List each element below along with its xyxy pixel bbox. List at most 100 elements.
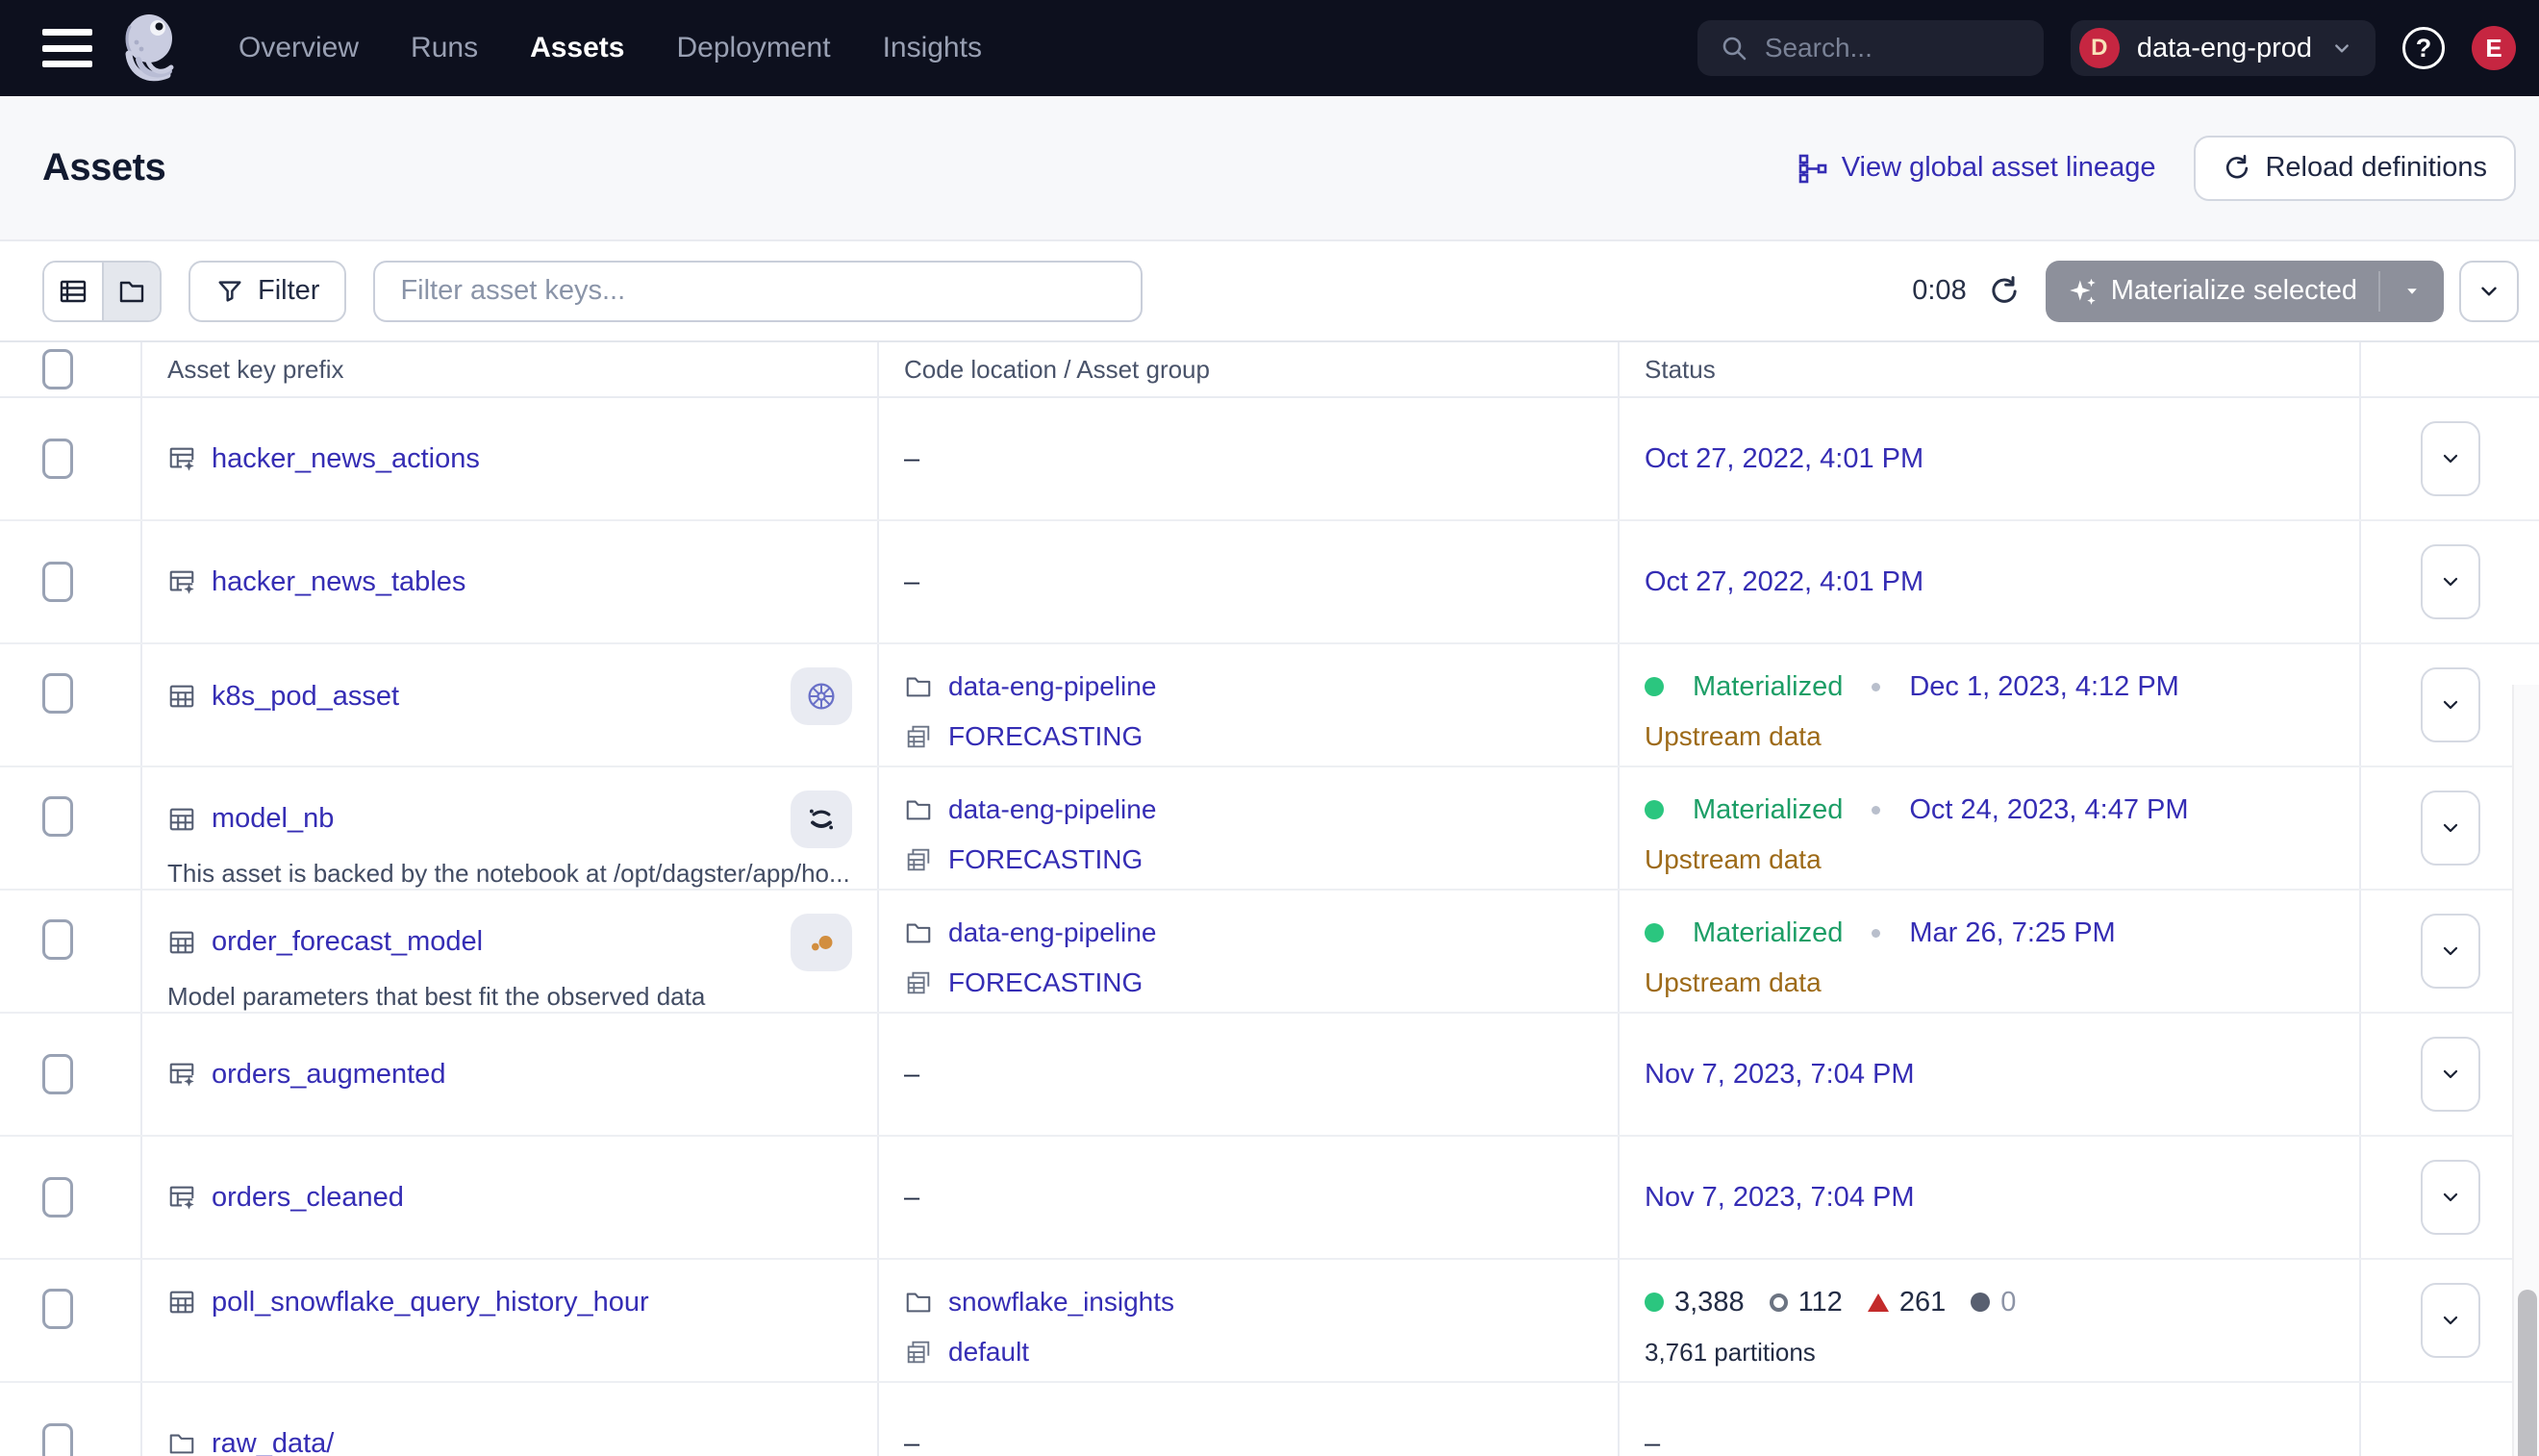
flat-view-toggle[interactable] [44, 263, 102, 320]
code-location-link[interactable]: snowflake_insights [948, 1287, 1174, 1318]
kubernetes-badge [791, 667, 852, 725]
assets-page: Overview Runs Assets Deployment Insights / D… [0, 0, 2539, 1456]
upstream-data-label: Upstream data [1645, 967, 1822, 998]
in-progress-dot-icon [1971, 1293, 1990, 1312]
nav-item-deployment[interactable]: Deployment [676, 32, 830, 64]
table-sparkle-icon [167, 1060, 196, 1089]
asset-group-link[interactable]: FORECASTING [948, 967, 1143, 998]
org-name: data-eng-prod [2137, 33, 2312, 64]
refresh-icon [2223, 154, 2251, 183]
last-materialization-link[interactable]: Mar 26, 7:25 PM [1909, 917, 2115, 949]
row-checkbox[interactable] [42, 796, 73, 837]
code-location-link[interactable]: data-eng-pipeline [948, 794, 1156, 825]
user-avatar[interactable]: E [2472, 26, 2516, 70]
folder-icon [904, 795, 933, 824]
lineage-graph-icon [1797, 153, 1828, 184]
dagster-logo [117, 12, 189, 94]
sparkle-icon [2067, 275, 2099, 308]
asset-group-icon [904, 968, 933, 997]
table-row: hacker_news_actions–Oct 27, 2022, 4:01 P… [0, 398, 2539, 521]
row-checkbox[interactable] [42, 1289, 73, 1329]
help-icon[interactable]: ? [2402, 27, 2445, 69]
row-expand-button[interactable] [2421, 914, 2480, 989]
materialized-dot-icon [1645, 800, 1664, 819]
row-checkbox[interactable] [42, 673, 73, 714]
empty-value: – [904, 566, 1618, 598]
code-location-link[interactable]: data-eng-pipeline [948, 671, 1156, 702]
asset-name-link[interactable]: k8s_pod_asset [212, 681, 399, 713]
row-checkbox[interactable] [42, 1177, 73, 1218]
row-checkbox[interactable] [42, 1054, 73, 1094]
last-materialization-link[interactable]: Oct 27, 2022, 4:01 PM [1645, 566, 2359, 598]
row-expand-button[interactable] [2421, 544, 2480, 619]
empty-value: – [904, 1182, 1618, 1214]
table-sparkle-icon [167, 444, 196, 473]
last-materialization-link[interactable]: Oct 27, 2022, 4:01 PM [1645, 443, 2359, 475]
select-all-checkbox[interactable] [42, 349, 73, 389]
row-expand-button[interactable] [2421, 791, 2480, 866]
asset-name-link[interactable]: orders_augmented [212, 1059, 445, 1091]
asset-name-link[interactable]: orders_cleaned [212, 1182, 404, 1214]
materialize-selected-button[interactable]: Materialize selected [2046, 261, 2444, 322]
row-checkbox[interactable] [42, 439, 73, 479]
code-location-link[interactable]: data-eng-pipeline [948, 917, 1156, 948]
nav-item-insights[interactable]: Insights [883, 32, 982, 64]
materialized-dot-icon [1645, 677, 1664, 696]
table-row: orders_cleaned –Nov 7, 2023, 7:04 PM [0, 1137, 2539, 1260]
asset-name-link[interactable]: order_forecast_model [212, 926, 483, 958]
org-badge: D [2079, 28, 2120, 68]
row-expand-button[interactable] [2421, 421, 2480, 496]
refresh-countdown: 0:08 [1912, 275, 1966, 307]
asset-name-link[interactable]: model_nb [212, 803, 334, 835]
column-header-asset-key: Asset key prefix [142, 342, 879, 396]
vertical-scrollbar[interactable] [2512, 685, 2539, 1456]
hamburger-menu-icon[interactable] [42, 29, 92, 67]
scrollbar-thumb[interactable] [2518, 1290, 2537, 1456]
asset-name-link[interactable]: poll_snowflake_query_history_hour [212, 1287, 649, 1318]
asset-name-link[interactable]: hacker_news_tables [212, 566, 465, 598]
asset-group-link[interactable]: FORECASTING [948, 844, 1143, 875]
table-sparkle-icon [167, 1183, 196, 1212]
nav-item-runs[interactable]: Runs [411, 32, 478, 64]
global-search[interactable]: / [1697, 20, 2044, 76]
last-materialization-link[interactable]: Dec 1, 2023, 4:12 PM [1909, 671, 2179, 703]
nav-item-overview[interactable]: Overview [239, 32, 359, 64]
partition-count: 3,388 [1645, 1287, 1745, 1318]
chevron-down-icon [2439, 447, 2462, 470]
chevron-down-icon [2439, 1309, 2462, 1332]
row-checkbox[interactable] [42, 562, 73, 602]
directory-view-toggle[interactable] [102, 263, 160, 320]
filter-asset-keys-input[interactable] [373, 261, 1143, 322]
chevron-down-icon [2439, 816, 2462, 840]
assets-table: Asset key prefix Code location / Asset g… [0, 342, 2539, 1456]
asset-name-link[interactable]: raw_data/ [212, 1428, 334, 1456]
separator-dot [1872, 929, 1880, 938]
separator-dot [1872, 683, 1880, 691]
collapse-all-button[interactable] [2459, 261, 2519, 322]
row-checkbox[interactable] [42, 919, 73, 960]
empty-value: – [904, 1059, 1618, 1091]
table-icon [167, 928, 196, 957]
last-materialization-link[interactable]: Nov 7, 2023, 7:04 PM [1645, 1059, 2359, 1091]
reload-definitions-button[interactable]: Reload definitions [2194, 136, 2516, 201]
filter-button[interactable]: Filter [189, 261, 346, 322]
row-checkbox[interactable] [42, 1423, 73, 1456]
row-expand-button[interactable] [2421, 1037, 2480, 1112]
org-switcher[interactable]: D data-eng-prod [2071, 20, 2376, 76]
row-expand-button[interactable] [2421, 667, 2480, 742]
search-input[interactable] [1765, 33, 2112, 63]
materialize-options-caret[interactable] [2380, 281, 2444, 302]
view-global-asset-lineage-link[interactable]: View global asset lineage [1797, 152, 2156, 184]
asset-group-icon [904, 845, 933, 874]
page-header: Assets View global asset lineage Reload … [0, 96, 2539, 241]
asset-name-link[interactable]: hacker_news_actions [212, 443, 480, 475]
row-expand-button[interactable] [2421, 1283, 2480, 1358]
row-expand-button[interactable] [2421, 1160, 2480, 1235]
asset-group-link[interactable]: default [948, 1337, 1029, 1368]
last-materialization-link[interactable]: Oct 24, 2023, 4:47 PM [1909, 794, 2188, 826]
list-view-icon [58, 276, 88, 307]
last-materialization-link[interactable]: Nov 7, 2023, 7:04 PM [1645, 1182, 2359, 1214]
refresh-icon[interactable] [1988, 275, 2021, 308]
nav-item-assets[interactable]: Assets [530, 32, 624, 64]
asset-group-link[interactable]: FORECASTING [948, 721, 1143, 752]
